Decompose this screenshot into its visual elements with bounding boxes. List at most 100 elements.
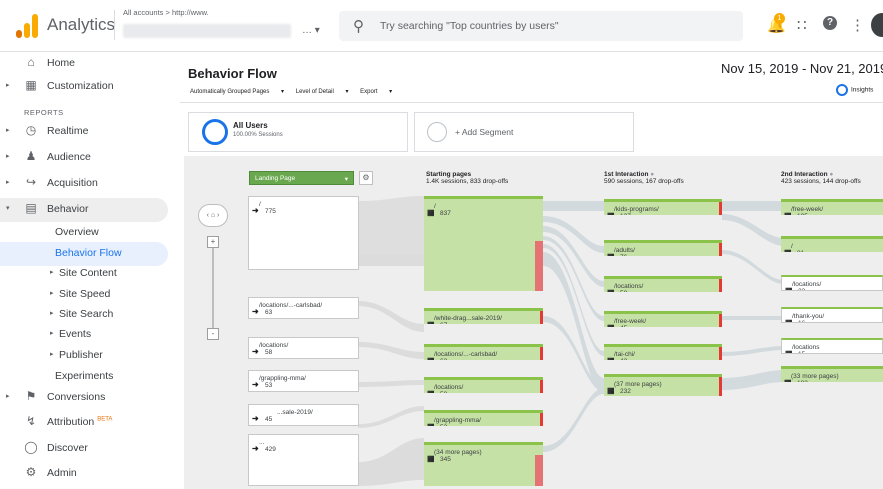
remove-step-icon[interactable]: ● bbox=[829, 171, 833, 178]
node-label: /locations/...-carlsbad/ bbox=[434, 351, 498, 358]
flow-node-first-interaction[interactable]: ▦ /free-week/ 45 bbox=[604, 311, 722, 327]
remove-step-icon[interactable]: ● bbox=[650, 171, 654, 178]
sidebar-item-conversions[interactable]: ▸ ⚑ Conversions bbox=[0, 386, 168, 410]
chevron-right-icon: ▸ bbox=[6, 393, 10, 400]
dropoff-bar[interactable] bbox=[719, 347, 722, 360]
segment-all-users[interactable]: All Users 100.00% Sessions bbox=[188, 112, 408, 152]
sidebar-item-label: Home bbox=[47, 57, 76, 69]
flow-node-first-interaction[interactable]: ▦ (37 more pages) 232 bbox=[604, 374, 722, 396]
dropoff-bar[interactable] bbox=[719, 314, 722, 327]
gear-icon[interactable]: ⚙ bbox=[359, 171, 373, 185]
flow-node-second-interaction[interactable]: ▦ /thank-you/ 16 bbox=[781, 307, 883, 323]
node-label: /locations/ bbox=[792, 281, 822, 288]
dropoff-bar[interactable] bbox=[540, 311, 543, 324]
sidebar-section-label: REPORTS bbox=[24, 108, 64, 117]
node-value: 23 bbox=[798, 288, 805, 290]
search-bar[interactable]: ⚲ Try searching "Top countries by users" bbox=[339, 11, 743, 41]
flow-node-second-interaction[interactable]: ▦ /locations/ 23 bbox=[781, 275, 883, 291]
flow-node-landing[interactable]: ➜ /locations/ 58 bbox=[248, 337, 359, 359]
flow-node-landing[interactable]: ➜ /locations/...-carlsbad/ 63 bbox=[248, 297, 359, 319]
home-icon: ⌂ bbox=[27, 55, 35, 69]
flow-node-second-interaction[interactable]: ▦ /free-week/ 105 bbox=[781, 199, 883, 215]
home-zoom-button[interactable]: ‹ ⌂ › bbox=[198, 204, 228, 227]
sidebar-item-label: Overview bbox=[55, 226, 99, 238]
landing-page-dropdown[interactable]: Landing Page ▾ bbox=[249, 171, 354, 185]
sidebar-item-behavior[interactable]: ▾ ▤ Behavior bbox=[0, 198, 168, 222]
account-name-redacted[interactable] bbox=[123, 24, 291, 38]
flow-node-starting-page[interactable]: ▦ / 837 bbox=[424, 196, 543, 291]
dropoff-bar[interactable] bbox=[540, 380, 543, 393]
arrow-icon: ➜ bbox=[252, 414, 259, 423]
sidebar-item-label: Audience bbox=[47, 151, 91, 163]
flow-node-first-interaction[interactable]: ▦ /kids-programs/ 137 bbox=[604, 199, 722, 215]
flow-node-starting-page[interactable]: ▦ /white-drag...sale-2019/ 67 bbox=[424, 308, 543, 324]
flow-node-second-interaction[interactable]: ▦ / 81 bbox=[781, 236, 883, 252]
column-header-first-interaction: 1st Interaction ● 590 sessions, 167 drop… bbox=[604, 171, 684, 185]
node-value: 63 bbox=[265, 309, 273, 316]
insights-label: Insights bbox=[851, 86, 874, 94]
flow-node-landing[interactable]: ➜ / 775 bbox=[248, 196, 359, 270]
flow-node-starting-page[interactable]: ▦ /grappling-mma/ 53 bbox=[424, 410, 543, 426]
node-value: 837 bbox=[440, 210, 451, 217]
insights-button[interactable]: Insights bbox=[836, 84, 873, 96]
export-dropdown[interactable]: Export ▾ bbox=[360, 89, 392, 95]
dropoff-bar[interactable] bbox=[535, 455, 543, 486]
dropoff-bar[interactable] bbox=[540, 347, 543, 360]
apps-grid-icon[interactable]: ∷ bbox=[797, 16, 807, 34]
sidebar-item-label: Discover bbox=[47, 442, 88, 454]
more-vert-icon[interactable]: ⋮ bbox=[850, 16, 865, 34]
flow-node-starting-page[interactable]: ▦ /locations/ 58 bbox=[424, 377, 543, 393]
flow-node-first-interaction[interactable]: ▦ /tai-chi/ 42 bbox=[604, 344, 722, 360]
dropoff-bar[interactable] bbox=[719, 243, 722, 256]
lightbulb-icon: ◯ bbox=[24, 440, 38, 454]
analytics-logo-icon[interactable] bbox=[16, 14, 38, 38]
sidebar-item-acquisition[interactable]: ▸ ↪ Acquisition bbox=[0, 172, 168, 196]
flow-node-second-interaction[interactable]: ▦ /locations 15 bbox=[781, 338, 883, 354]
sidebar-item-attribution[interactable]: ↯ Attribution BETA bbox=[0, 411, 168, 435]
zoom-slider-track[interactable] bbox=[212, 248, 214, 328]
chevron-right-icon: ▸ bbox=[6, 127, 10, 134]
chevron-right-icon: ▸ bbox=[6, 82, 10, 89]
beta-badge: BETA bbox=[97, 416, 113, 423]
dropoff-bar[interactable] bbox=[535, 241, 543, 291]
flow-node-landing[interactable]: ➜ ...sale-2019/ 45 bbox=[248, 404, 359, 426]
dropoff-bar[interactable] bbox=[719, 377, 722, 396]
node-label: (34 more pages) bbox=[434, 449, 482, 456]
sidebar-item-label: Attribution BETA bbox=[47, 416, 113, 428]
node-label: /locations/ bbox=[614, 283, 644, 290]
sidebar-item-realtime[interactable]: ▸ ◷ Realtime bbox=[0, 120, 168, 144]
account-dropdown-icon[interactable]: … ▾ bbox=[302, 25, 320, 36]
top-bar: Analytics All accounts > http://www. … ▾… bbox=[0, 0, 883, 52]
behavior-flow-canvas[interactable]: Landing Page ▾ ⚙ Starting pages 1.4K ses… bbox=[184, 156, 883, 489]
help-icon[interactable]: ? bbox=[823, 16, 837, 30]
grouping-dropdown[interactable]: Automatically Grouped Pages ▾ bbox=[190, 89, 284, 95]
flow-node-first-interaction[interactable]: ▦ /adults/ 76 bbox=[604, 240, 722, 256]
avatar[interactable] bbox=[871, 13, 883, 37]
flow-node-starting-page[interactable]: ▦ /locations/...-carlsbad/ 63 bbox=[424, 344, 543, 360]
node-value: 137 bbox=[620, 213, 631, 215]
zoom-in-button[interactable]: + bbox=[207, 236, 219, 248]
add-segment-button[interactable]: + Add Segment bbox=[414, 112, 634, 152]
node-label: ... bbox=[259, 439, 265, 446]
flow-node-second-interaction[interactable]: ▦ (33 more pages) 183 bbox=[781, 366, 883, 382]
dropoff-bar[interactable] bbox=[719, 279, 722, 292]
column-subtitle: 590 sessions, 167 drop-offs bbox=[604, 178, 684, 185]
sidebar-item-discover[interactable]: ◯ Discover bbox=[0, 437, 168, 461]
dropoff-bar[interactable] bbox=[540, 413, 543, 426]
flow-node-landing[interactable]: ➜ /grappling-mma/ 53 bbox=[248, 370, 359, 392]
sidebar-item-home[interactable]: ⌂ Home bbox=[0, 52, 168, 76]
sidebar-item-admin[interactable]: ⚙ Admin bbox=[0, 462, 168, 486]
sidebar-item-customization[interactable]: ▸ ▦ Customization bbox=[0, 75, 168, 99]
sidebar-item-label: Behavior bbox=[47, 203, 89, 215]
zoom-out-button[interactable]: - bbox=[207, 328, 219, 340]
node-label: /thank-you/ bbox=[792, 313, 825, 320]
flow-node-starting-page[interactable]: ▦ (34 more pages) 345 bbox=[424, 442, 543, 486]
dropoff-bar[interactable] bbox=[719, 202, 722, 215]
account-breadcrumb[interactable]: All accounts > http://www. bbox=[123, 8, 209, 17]
date-range-picker[interactable]: Nov 15, 2019 - Nov 21, 2019 ▼ bbox=[721, 61, 883, 76]
flow-node-first-interaction[interactable]: ▦ /locations/ 58 bbox=[604, 276, 722, 292]
node-value: 16 bbox=[798, 320, 805, 322]
sidebar-item-audience[interactable]: ▸ ♟ Audience bbox=[0, 146, 168, 170]
flow-node-landing[interactable]: ➜ ... 429 bbox=[248, 434, 359, 486]
level-of-detail-dropdown[interactable]: Level of Detail ▾ bbox=[296, 89, 349, 95]
